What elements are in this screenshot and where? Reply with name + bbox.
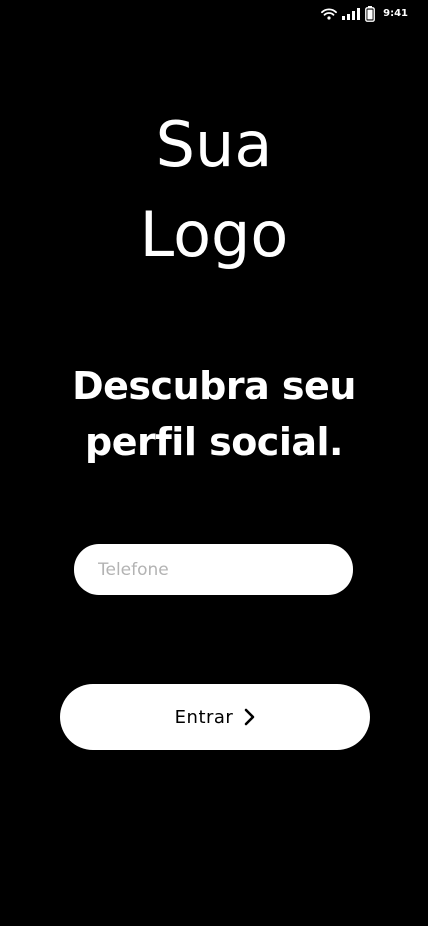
logo: Sua Logo: [0, 100, 428, 280]
battery-icon: [365, 6, 376, 22]
logo-line-2: Logo: [139, 198, 289, 271]
chevron-right-icon: [243, 708, 255, 726]
signal-icon: [342, 8, 361, 20]
headline-line-1: Descubra seu: [72, 364, 356, 408]
logo-line-1: Sua: [155, 108, 273, 181]
headline: Descubra seu perfil social.: [0, 358, 428, 470]
phone-input[interactable]: [74, 544, 353, 595]
status-bar: 9:41: [0, 0, 428, 28]
wifi-icon: [321, 8, 338, 20]
headline-line-2: perfil social.: [85, 420, 343, 464]
enter-button-label: Entrar: [174, 706, 234, 728]
status-time: 9:41: [383, 8, 408, 19]
enter-button[interactable]: Entrar: [60, 684, 370, 750]
status-icons: 9:41: [321, 5, 408, 23]
